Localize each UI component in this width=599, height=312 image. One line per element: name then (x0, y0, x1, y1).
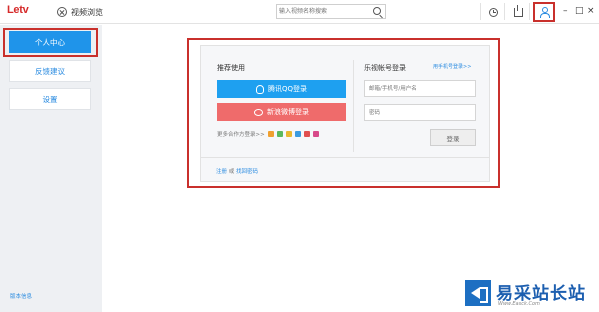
letv-logo: Letv (7, 4, 29, 16)
sidebar-item-feedback[interactable]: 反馈建议 (9, 60, 91, 82)
maximize-icon[interactable]: □ (575, 6, 584, 16)
watermark-logo-icon (465, 280, 491, 306)
register-link[interactable]: 注册 (216, 169, 227, 175)
forgot-password-link[interactable]: 找回密码 (236, 169, 258, 175)
qq-login-label: 腾讯QQ登录 (267, 85, 308, 93)
phone-login-link[interactable]: 用手机号登录>> (433, 63, 471, 70)
password-input[interactable] (365, 105, 475, 120)
app-window: Letv 视频浏览 – □ × 个人中心 反馈建议 设置 版 (0, 0, 599, 312)
search-box (276, 4, 386, 19)
version-info-link[interactable]: 版本信息 (10, 292, 32, 300)
minimize-icon[interactable]: – (563, 6, 568, 16)
search-input[interactable] (279, 6, 367, 17)
search-icon[interactable] (373, 7, 381, 15)
username-input[interactable] (365, 81, 475, 96)
letv-login-title: 乐视帐号登录 (364, 64, 406, 72)
partner-wechat-icon[interactable] (276, 131, 283, 137)
nav-video-browse[interactable]: 视频浏览 (57, 5, 103, 19)
close-circle-icon (57, 7, 67, 17)
watermark: 易采站长站 Www.Easck.Com (461, 276, 599, 312)
user-icon (539, 7, 550, 18)
password-field (364, 104, 476, 121)
nav-video-label: 视频浏览 (71, 7, 103, 17)
qq-icon (255, 84, 264, 94)
divider (504, 3, 505, 20)
partner-other-icon[interactable] (312, 131, 319, 137)
partner-taobao-icon[interactable] (267, 131, 274, 137)
login-button[interactable]: 登录 (430, 129, 476, 146)
qq-login-button[interactable]: 腾讯QQ登录 (217, 80, 346, 98)
highlight-box-sidebar (3, 28, 98, 57)
partner-renren-icon[interactable] (294, 131, 301, 137)
history-icon (488, 7, 498, 17)
sidebar-item-label: 设置 (42, 94, 58, 104)
user-center-button[interactable] (533, 2, 555, 22)
recommended-title: 推荐使用 (217, 64, 245, 72)
download-button[interactable] (510, 4, 526, 20)
weibo-login-button[interactable]: 新浪微博登录 (217, 103, 346, 121)
login-panel: 推荐使用 腾讯QQ登录 新浪微博登录 更多合作方登录>> 乐视帐号登录 用手机号… (200, 45, 490, 182)
download-icon (513, 4, 523, 17)
weibo-login-label: 新浪微博登录 (267, 108, 309, 116)
panel-footer-divider (201, 157, 489, 158)
panel-footer: 注册 或 找回密码 (216, 167, 258, 175)
more-partners-label[interactable]: 更多合作方登录>> (217, 130, 265, 138)
panel-divider (353, 60, 354, 152)
divider (529, 3, 530, 20)
sidebar-item-label: 反馈建议 (35, 66, 65, 76)
divider (480, 3, 481, 20)
or-text: 或 (228, 169, 235, 175)
sidebar-item-settings[interactable]: 设置 (9, 88, 91, 110)
partner-alipay-icon[interactable] (285, 131, 292, 137)
history-button[interactable] (485, 4, 501, 20)
weibo-icon (254, 108, 263, 116)
partner-netease-icon[interactable] (303, 131, 310, 137)
close-icon[interactable]: × (587, 6, 595, 16)
username-field (364, 80, 476, 97)
more-partners-row: 更多合作方登录>> (217, 130, 319, 138)
watermark-subtitle: Www.Easck.Com (498, 301, 540, 307)
top-bar: Letv 视频浏览 – □ × (0, 0, 599, 24)
